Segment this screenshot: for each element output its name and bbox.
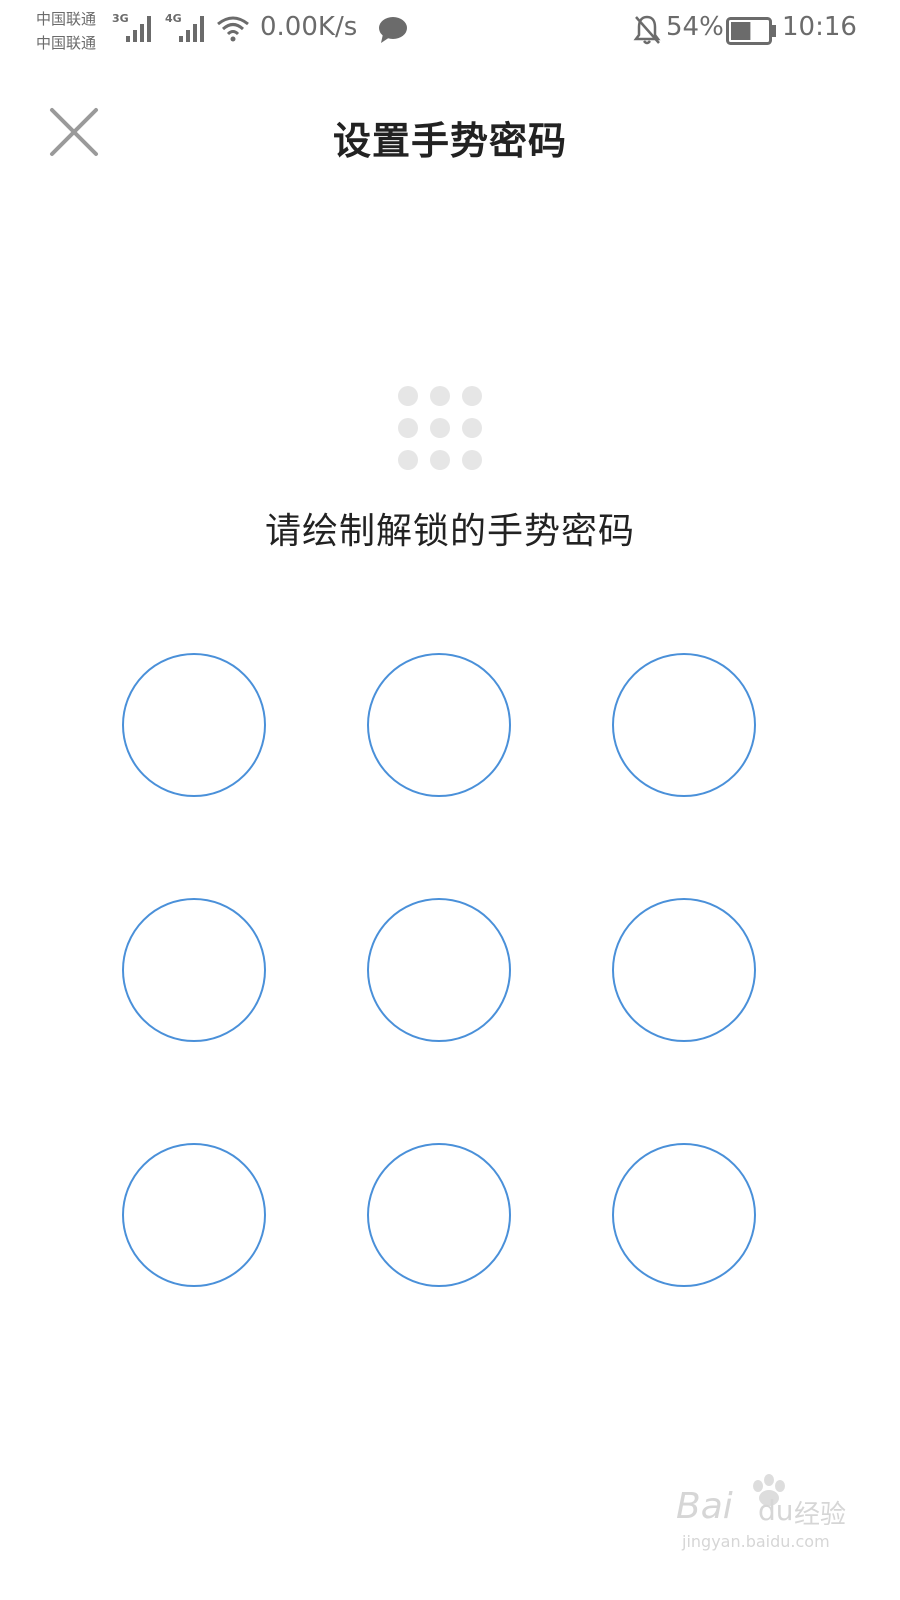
clock: 10:16 (782, 12, 857, 42)
battery-fill (731, 22, 751, 40)
pattern-preview (398, 386, 486, 474)
bell-off-icon (633, 14, 661, 50)
carrier-1: 中国联通 (36, 10, 97, 28)
preview-dot (398, 450, 418, 470)
pattern-node-3[interactable] (612, 653, 756, 797)
pattern-lock-grid[interactable] (122, 653, 762, 1293)
network-speed: 0.00K/s (260, 12, 358, 42)
preview-dot (430, 418, 450, 438)
network-type-2: 4G (165, 12, 182, 25)
preview-dot (398, 386, 418, 406)
instruction-text: 请绘制解锁的手势密码 (264, 511, 635, 552)
carrier-2: 中国联通 (36, 34, 97, 52)
pattern-node-6[interactable] (612, 898, 756, 1042)
preview-dot (462, 418, 482, 438)
carrier-names: 中国联通 中国联通 (36, 7, 96, 55)
baidu-jingyan-watermark: Bai du 经验 jingyan.baidu.com (676, 1472, 846, 1556)
pattern-node-7[interactable] (122, 1143, 266, 1287)
signal-icon: 3G (112, 12, 156, 50)
pattern-node-4[interactable] (122, 898, 266, 1042)
battery-percent: 54% (666, 12, 724, 42)
pattern-node-1[interactable] (122, 653, 266, 797)
preview-dot (430, 386, 450, 406)
preview-dot (462, 450, 482, 470)
network-type-1: 3G (112, 12, 129, 25)
watermark-brand-suffix: du (758, 1494, 794, 1527)
pattern-node-5[interactable] (367, 898, 511, 1042)
page-title: 设置手势密码 (332, 119, 567, 163)
pattern-node-2[interactable] (367, 653, 511, 797)
battery-icon (726, 17, 778, 49)
wifi-icon (216, 14, 250, 48)
watermark-product: 经验 (794, 1500, 847, 1530)
pattern-node-9[interactable] (612, 1143, 756, 1287)
signal-icon: 4G (165, 12, 209, 50)
pattern-node-8[interactable] (367, 1143, 511, 1287)
chat-icon (378, 16, 408, 48)
watermark-brand: Bai (676, 1486, 733, 1527)
status-bar: 中国联通 中国联通 3G 4G 0.00K/s 54% 10:16 (0, 0, 900, 62)
preview-dot (462, 386, 482, 406)
preview-dot (398, 418, 418, 438)
preview-dot (430, 450, 450, 470)
watermark-url: jingyan.baidu.com (682, 1532, 830, 1551)
